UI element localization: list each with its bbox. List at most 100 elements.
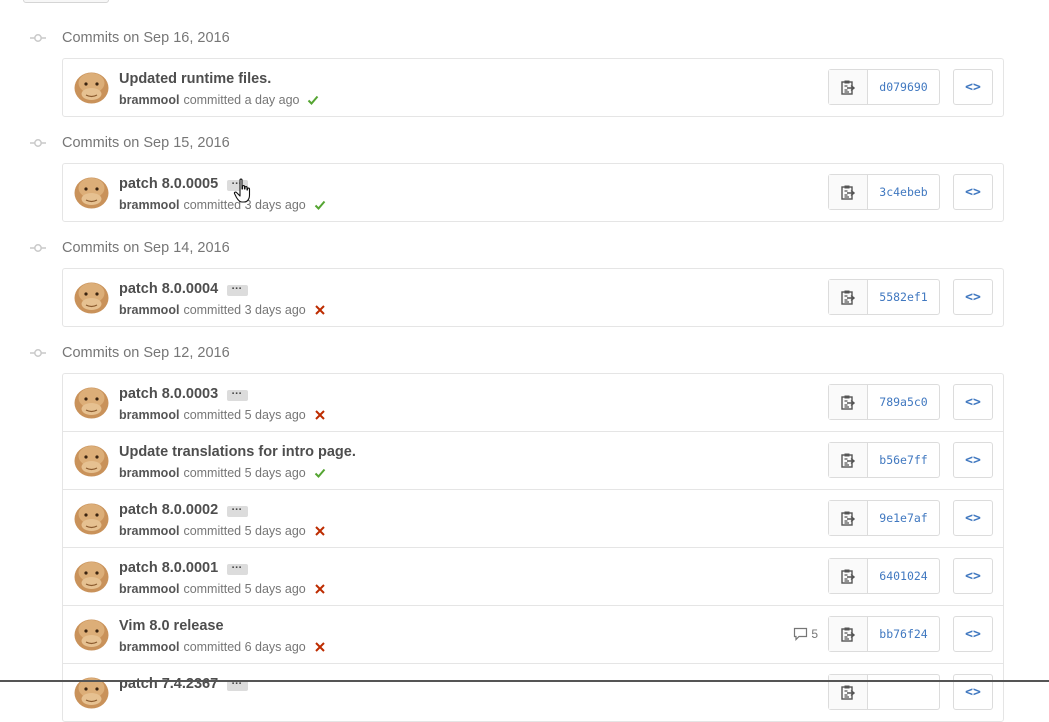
commit-title-link[interactable]: patch 8.0.0002 <box>119 502 218 518</box>
sha-button-group: bb76f24 <box>828 616 940 652</box>
copy-sha-button[interactable] <box>829 617 868 651</box>
commit-time: committed 3 days ago <box>183 198 306 212</box>
copy-sha-button[interactable] <box>829 559 868 593</box>
copy-sha-button[interactable] <box>829 443 868 477</box>
commit-sha-link[interactable]: d079690 <box>868 70 939 104</box>
commit-list: patch 8.0.0005 brammool committed 3 days a… <box>62 163 1004 222</box>
comment-count-link[interactable]: 5 <box>793 627 818 641</box>
browse-repo-button[interactable]: <> <box>953 442 993 478</box>
browse-repo-button[interactable]: <> <box>953 69 993 105</box>
x-icon[interactable] <box>314 641 326 653</box>
author-avatar[interactable] <box>73 557 110 594</box>
browse-repo-button[interactable]: <> <box>953 500 993 536</box>
git-commit-icon <box>30 139 46 147</box>
commit-group-date: Commits on Sep 12, 2016 <box>62 345 230 361</box>
commit-sha-link[interactable]: 6401024 <box>868 559 939 593</box>
clippy-icon <box>841 80 855 95</box>
commit-author-link[interactable]: brammool <box>119 466 179 480</box>
clippy-icon <box>841 395 855 410</box>
ellipsis-icon[interactable] <box>227 280 249 296</box>
author-avatar[interactable] <box>73 173 110 210</box>
copy-sha-button[interactable] <box>829 70 868 104</box>
commit-list: patch 8.0.0003 brammool committed 5 days a… <box>62 373 1004 722</box>
browse-repo-button[interactable]: <> <box>953 616 993 652</box>
commit-author-link[interactable]: brammool <box>119 408 179 422</box>
commit-title-link[interactable]: patch 8.0.0003 <box>119 386 218 402</box>
browse-repo-button[interactable]: <> <box>953 174 993 210</box>
sha-button-group: 5582ef1 <box>828 279 940 315</box>
commit-actions: 6401024 <> <box>828 558 993 594</box>
commit-author-link[interactable]: brammool <box>119 198 179 212</box>
code-icon: <> <box>965 184 981 200</box>
author-avatar[interactable] <box>73 68 110 105</box>
commit-author-link[interactable]: brammool <box>119 582 179 596</box>
commit-row: patch 8.0.0002 brammool committed 5 days a… <box>63 489 1003 547</box>
commit-group-header: Commits on Sep 14, 2016 <box>30 238 230 258</box>
commit-group-date: Commits on Sep 14, 2016 <box>62 240 230 256</box>
author-avatar[interactable] <box>73 499 110 536</box>
commit-row: patch 8.0.0005 brammool committed 3 days a… <box>63 164 1003 221</box>
commit-sha-link[interactable]: 5582ef1 <box>868 280 939 314</box>
ellipsis-icon[interactable] <box>227 559 249 575</box>
clippy-icon <box>841 569 855 584</box>
commit-sha-link[interactable]: b56e7ff <box>868 443 939 477</box>
code-icon: <> <box>965 394 981 410</box>
commit-author-link[interactable]: brammool <box>119 303 179 317</box>
sha-button-group: 6401024 <box>828 558 940 594</box>
copy-sha-button[interactable] <box>829 280 868 314</box>
commit-group-date: Commits on Sep 16, 2016 <box>62 30 230 46</box>
clippy-icon <box>841 627 855 642</box>
x-icon[interactable] <box>314 583 326 595</box>
x-icon[interactable] <box>314 409 326 421</box>
x-icon[interactable] <box>314 525 326 537</box>
code-icon: <> <box>965 568 981 584</box>
copy-sha-button[interactable] <box>829 175 868 209</box>
ellipsis-icon[interactable] <box>227 385 249 401</box>
copy-sha-button[interactable] <box>829 501 868 535</box>
check-icon[interactable] <box>314 199 326 211</box>
commit-sha-link[interactable]: 9e1e7af <box>868 501 939 535</box>
commit-sha-link[interactable]: 3c4ebeb <box>868 175 939 209</box>
commit-sha-link[interactable]: 789a5c0 <box>868 385 939 419</box>
ellipsis-icon[interactable] <box>227 501 249 517</box>
commit-actions: 9e1e7af <> <box>828 500 993 536</box>
author-avatar[interactable] <box>73 278 110 315</box>
commit-time: committed 5 days ago <box>183 408 306 422</box>
commit-time: committed 5 days ago <box>183 466 306 480</box>
code-icon: <> <box>965 684 981 700</box>
author-avatar[interactable] <box>73 673 110 710</box>
commit-title-link[interactable]: Updated runtime files. <box>119 71 271 87</box>
commit-list: Updated runtime files. brammool committed … <box>62 58 1004 117</box>
commit-sha-link[interactable]: bb76f24 <box>868 617 939 651</box>
x-icon[interactable] <box>314 304 326 316</box>
commit-time: committed 3 days ago <box>183 303 306 317</box>
commit-author-link[interactable]: brammool <box>119 93 179 107</box>
git-commit-icon <box>30 349 46 357</box>
commit-title-link[interactable]: patch 8.0.0005 <box>119 176 218 192</box>
commit-title-link[interactable]: Update translations for intro page. <box>119 444 356 460</box>
git-commit-icon <box>30 34 46 42</box>
browse-repo-button[interactable]: <> <box>953 384 993 420</box>
pagination-button-stub[interactable] <box>23 0 109 3</box>
commit-author-link[interactable]: brammool <box>119 640 179 654</box>
author-avatar[interactable] <box>73 615 110 652</box>
commit-time: committed a day ago <box>183 93 300 107</box>
commit-title-link[interactable]: patch 8.0.0004 <box>119 281 218 297</box>
ellipsis-icon[interactable] <box>227 175 249 191</box>
browse-repo-button[interactable]: <> <box>953 558 993 594</box>
commit-actions: 5 bb76f24 <> <box>793 616 993 652</box>
check-icon[interactable] <box>314 467 326 479</box>
author-avatar[interactable] <box>73 383 110 420</box>
clippy-icon <box>841 185 855 200</box>
commit-time: committed 6 days ago <box>183 640 306 654</box>
commit-title-link[interactable]: patch 8.0.0001 <box>119 560 218 576</box>
check-icon[interactable] <box>307 94 319 106</box>
clippy-icon <box>841 290 855 305</box>
commit-row: patch 7.4.2367 <> <box>63 663 1003 721</box>
author-avatar[interactable] <box>73 441 110 478</box>
commit-author-link[interactable]: brammool <box>119 524 179 538</box>
copy-sha-button[interactable] <box>829 385 868 419</box>
commit-title-link[interactable]: Vim 8.0 release <box>119 618 224 634</box>
commit-title-link[interactable]: patch 7.4.2367 <box>119 676 218 692</box>
browse-repo-button[interactable]: <> <box>953 279 993 315</box>
